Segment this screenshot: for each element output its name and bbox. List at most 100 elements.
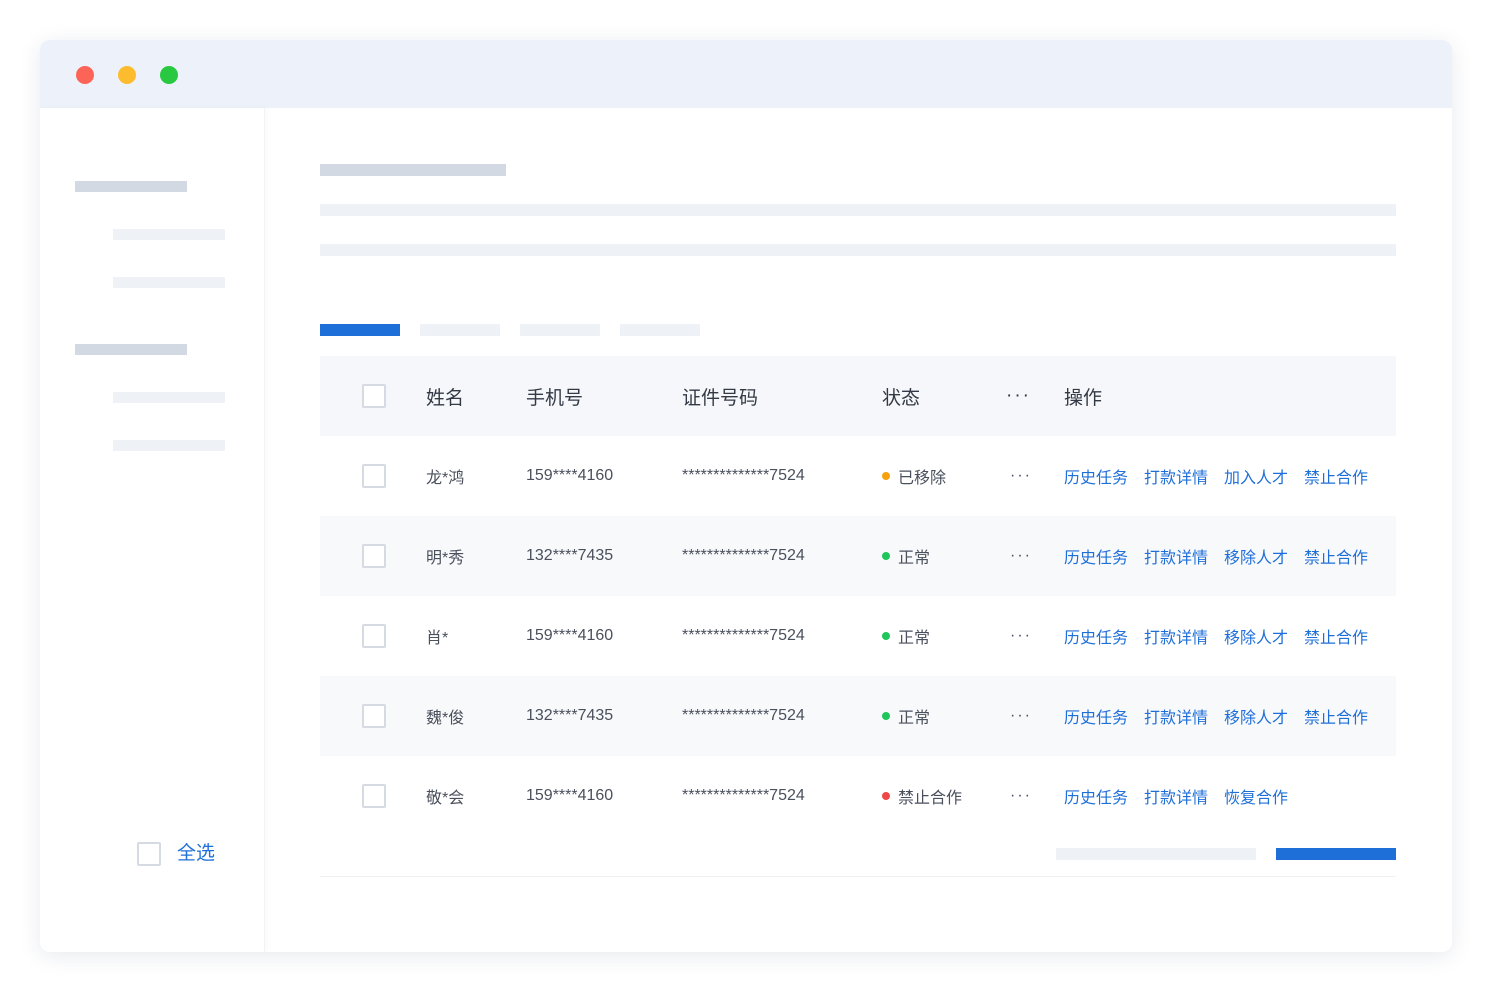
row-id-number: **************7524	[682, 547, 805, 564]
maximize-window-button[interactable]	[160, 66, 178, 84]
ban-cooperation-link[interactable]: 禁止合作	[1304, 704, 1368, 728]
payment-details-link[interactable]: 打款详情	[1144, 704, 1208, 728]
remove-talent-link[interactable]: 移除人才	[1224, 624, 1288, 648]
table-row: 龙*鸿 159****4160 **************7524 已移除 ·…	[320, 436, 1396, 516]
row-more-button[interactable]: ···	[1010, 756, 1032, 836]
remove-talent-link[interactable]: 移除人才	[1224, 544, 1288, 568]
description-line-placeholder	[320, 244, 1396, 256]
row-phone: 159****4160	[526, 787, 614, 804]
tab-active[interactable]	[320, 324, 400, 336]
status-dot-icon	[882, 632, 890, 640]
row-status: 正常	[882, 596, 930, 676]
status-dot-icon	[882, 472, 890, 480]
remove-talent-link[interactable]: 移除人才	[1224, 704, 1288, 728]
tab[interactable]	[620, 324, 700, 336]
table-row: 魏*俊 132****7435 **************7524 正常 ··…	[320, 676, 1396, 756]
select-all-label[interactable]: 全选	[177, 840, 215, 868]
row-actions: 历史任务 打款详情 移除人才 禁止合作	[1064, 516, 1384, 596]
main-content: 姓名 手机号 证件号码 状态 ··· 操作 龙*鸿 159****4160 **…	[265, 108, 1452, 952]
payment-details-link[interactable]: 打款详情	[1144, 464, 1208, 488]
sidebar-item-placeholder[interactable]	[113, 440, 225, 451]
row-checkbox[interactable]	[362, 544, 386, 568]
select-all-checkbox[interactable]	[137, 842, 161, 866]
title-bar	[40, 40, 1452, 108]
description-line-placeholder	[320, 204, 1396, 216]
row-id-number: **************7524	[682, 787, 805, 804]
row-status: 正常	[882, 676, 930, 756]
close-window-button[interactable]	[76, 66, 94, 84]
row-checkbox[interactable]	[362, 784, 386, 808]
row-more-button[interactable]: ···	[1010, 436, 1032, 516]
column-header-id-number: 证件号码	[682, 387, 759, 409]
sidebar-item-placeholder[interactable]	[113, 392, 225, 403]
status-label: 正常	[898, 550, 931, 567]
ban-cooperation-link[interactable]: 禁止合作	[1304, 544, 1368, 568]
column-header-more[interactable]: ···	[1006, 356, 1031, 436]
row-more-button[interactable]: ···	[1010, 516, 1032, 596]
sidebar	[40, 108, 265, 952]
row-phone: 159****4160	[526, 467, 614, 484]
row-id-number: **************7524	[682, 707, 805, 724]
ban-cooperation-link[interactable]: 禁止合作	[1304, 464, 1368, 488]
row-status: 正常	[882, 516, 930, 596]
history-tasks-link[interactable]: 历史任务	[1064, 544, 1128, 568]
row-phone: 132****7435	[526, 707, 614, 724]
table-header-row: 姓名 手机号 证件号码 状态 ··· 操作	[320, 356, 1396, 436]
status-label: 禁止合作	[898, 790, 963, 807]
row-status: 禁止合作	[882, 756, 962, 836]
payment-details-link[interactable]: 打款详情	[1144, 544, 1208, 568]
column-header-phone: 手机号	[526, 387, 584, 409]
history-tasks-link[interactable]: 历史任务	[1064, 704, 1128, 728]
row-name: 明*秀	[426, 550, 465, 567]
status-label: 正常	[898, 710, 931, 727]
payment-details-link[interactable]: 打款详情	[1144, 784, 1208, 808]
row-checkbox[interactable]	[362, 704, 386, 728]
pagination-placeholder[interactable]	[1056, 848, 1256, 860]
ban-cooperation-link[interactable]: 禁止合作	[1304, 624, 1368, 648]
row-actions: 历史任务 打款详情 移除人才 禁止合作	[1064, 676, 1384, 756]
status-dot-icon	[882, 712, 890, 720]
row-checkbox[interactable]	[362, 464, 386, 488]
primary-action-placeholder[interactable]	[1276, 848, 1396, 860]
status-dot-icon	[882, 552, 890, 560]
history-tasks-link[interactable]: 历史任务	[1064, 784, 1128, 808]
column-header-status: 状态	[882, 387, 921, 409]
table-row: 明*秀 132****7435 **************7524 正常 ··…	[320, 516, 1396, 596]
status-label: 正常	[898, 630, 931, 647]
tab[interactable]	[520, 324, 600, 336]
row-actions: 历史任务 打款详情 加入人才 禁止合作	[1064, 436, 1384, 516]
history-tasks-link[interactable]: 历史任务	[1064, 464, 1128, 488]
sidebar-item-placeholder[interactable]	[113, 277, 225, 288]
row-phone: 132****7435	[526, 547, 614, 564]
payment-details-link[interactable]: 打款详情	[1144, 624, 1208, 648]
row-name: 敬*会	[426, 790, 465, 807]
history-tasks-link[interactable]: 历史任务	[1064, 624, 1128, 648]
column-header-actions: 操作	[1064, 387, 1103, 409]
tab[interactable]	[420, 324, 500, 336]
row-name: 龙*鸿	[426, 470, 465, 487]
row-checkbox[interactable]	[362, 624, 386, 648]
sidebar-item-placeholder[interactable]	[113, 229, 225, 240]
status-label: 已移除	[898, 470, 947, 487]
table-row: 肖* 159****4160 **************7524 正常 ···…	[320, 596, 1396, 676]
header-checkbox[interactable]	[362, 384, 386, 408]
table-footer-divider	[320, 876, 1396, 877]
status-dot-icon	[882, 792, 890, 800]
row-actions: 历史任务 打款详情 移除人才 禁止合作	[1064, 596, 1384, 676]
minimize-window-button[interactable]	[118, 66, 136, 84]
sidebar-group-placeholder	[75, 344, 187, 355]
row-more-button[interactable]: ···	[1010, 596, 1032, 676]
row-name: 魏*俊	[426, 710, 465, 727]
restore-cooperation-link[interactable]: 恢复合作	[1224, 784, 1288, 808]
sidebar-group-placeholder	[75, 181, 187, 192]
row-status: 已移除	[882, 436, 946, 516]
row-more-button[interactable]: ···	[1010, 676, 1032, 756]
table-row: 敬*会 159****4160 **************7524 禁止合作 …	[320, 756, 1396, 836]
column-header-name: 姓名	[426, 387, 465, 409]
row-id-number: **************7524	[682, 627, 805, 644]
row-actions: 历史任务 打款详情 恢复合作	[1064, 756, 1304, 836]
row-id-number: **************7524	[682, 467, 805, 484]
add-talent-link[interactable]: 加入人才	[1224, 464, 1288, 488]
page-title-placeholder	[320, 164, 506, 176]
row-phone: 159****4160	[526, 627, 614, 644]
